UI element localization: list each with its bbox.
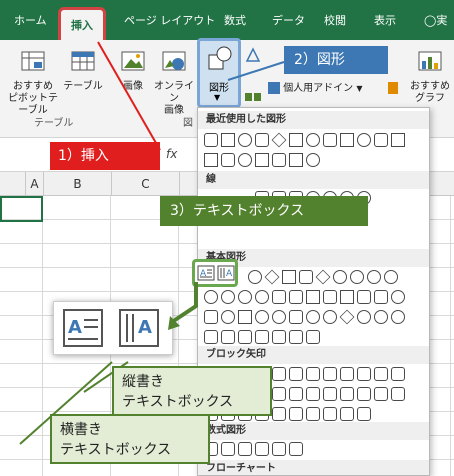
callout-shapes: 2）図形 xyxy=(284,46,388,74)
callout-textbox: 3）テキストボックス xyxy=(160,196,368,226)
horizontal-callout-line-1: 横書き xyxy=(60,422,102,438)
vertical-callout-line-2: テキストボックス xyxy=(122,394,234,410)
horizontal-callout-line-2: テキストボックス xyxy=(60,442,172,458)
callout-insert: 1）挿入 xyxy=(50,142,160,170)
callout-horizontal-textbox: 横書き テキストボックス xyxy=(50,414,210,464)
vertical-callout-line-1: 縦書き xyxy=(122,374,164,390)
callout-vertical-textbox: 縦書き テキストボックス xyxy=(112,366,272,416)
